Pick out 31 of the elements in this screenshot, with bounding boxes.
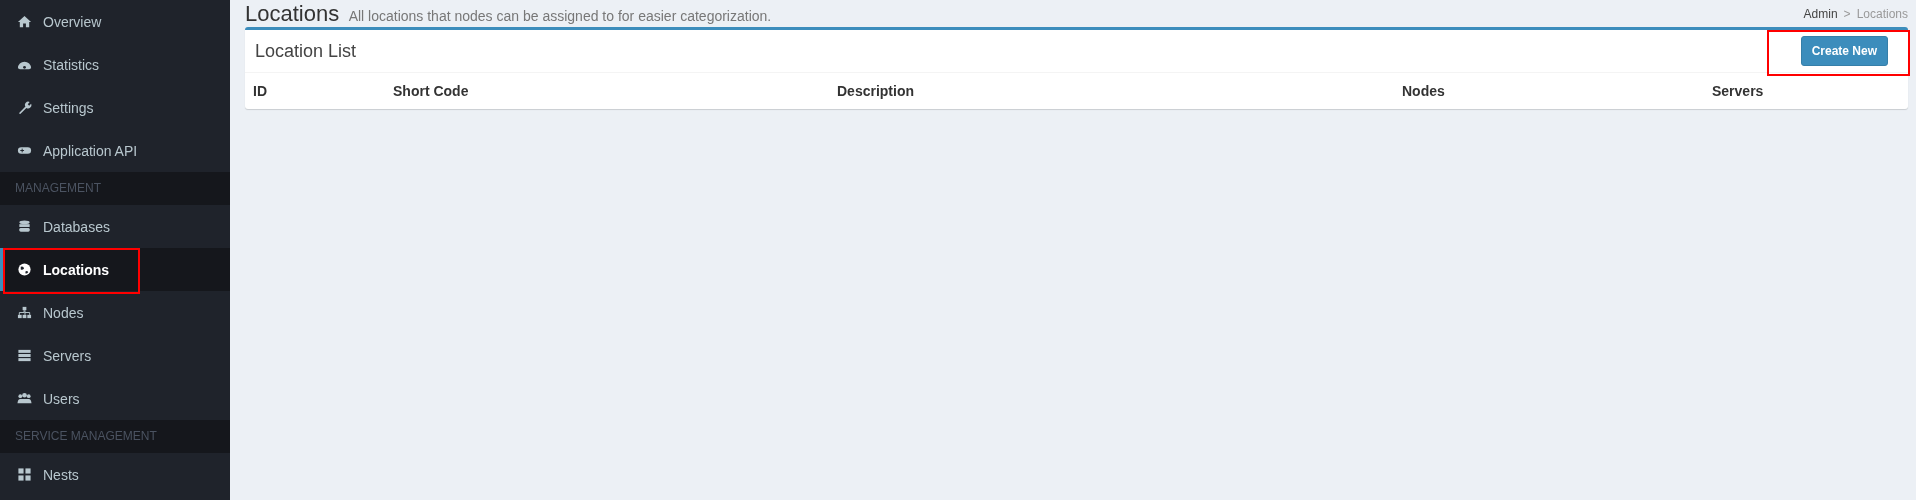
globe-icon [17, 262, 32, 277]
sidebar-item[interactable]: Users [0, 377, 230, 420]
sidebar-item[interactable]: Statistics [0, 43, 230, 86]
hierarchy-icon [17, 305, 32, 320]
breadcrumb-separator: > [1843, 6, 1851, 21]
sidebar-item[interactable]: Databases [0, 205, 230, 248]
column-header: Description [837, 83, 915, 99]
server-icon [17, 348, 32, 363]
home-icon [17, 14, 32, 29]
column-header: ID [253, 83, 268, 99]
grid-icon [17, 467, 32, 482]
sidebar-item[interactable]: Servers [0, 334, 230, 377]
section-heading: SERVICE MANAGEMENT [0, 420, 230, 453]
sidebar-item[interactable]: Nodes [0, 291, 230, 334]
database-icon [17, 219, 32, 234]
sidebar-item[interactable]: Overview [0, 0, 230, 43]
page-title: Locations [245, 0, 340, 26]
column-header: Short Code [393, 83, 470, 99]
sidebar-item[interactable]: Locations [0, 248, 230, 291]
create-new-button[interactable]: Create New [1800, 36, 1888, 66]
users-icon [17, 391, 32, 406]
sidebar-item[interactable]: Nests [0, 453, 230, 496]
card-title: Location List [255, 40, 357, 62]
sidebar-item[interactable]: Application API [0, 129, 230, 172]
page-subtitle: All locations that nodes can be assigned to for easier categorization. [348, 7, 772, 24]
section-heading: MANAGEMENT [0, 172, 230, 205]
breadcrumb-link[interactable]: Admin [1803, 6, 1838, 21]
sidebar-item[interactable]: Settings [0, 86, 230, 129]
column-header: Servers [1712, 83, 1765, 99]
wrench-icon [17, 100, 32, 115]
column-header: Nodes [1402, 83, 1446, 99]
